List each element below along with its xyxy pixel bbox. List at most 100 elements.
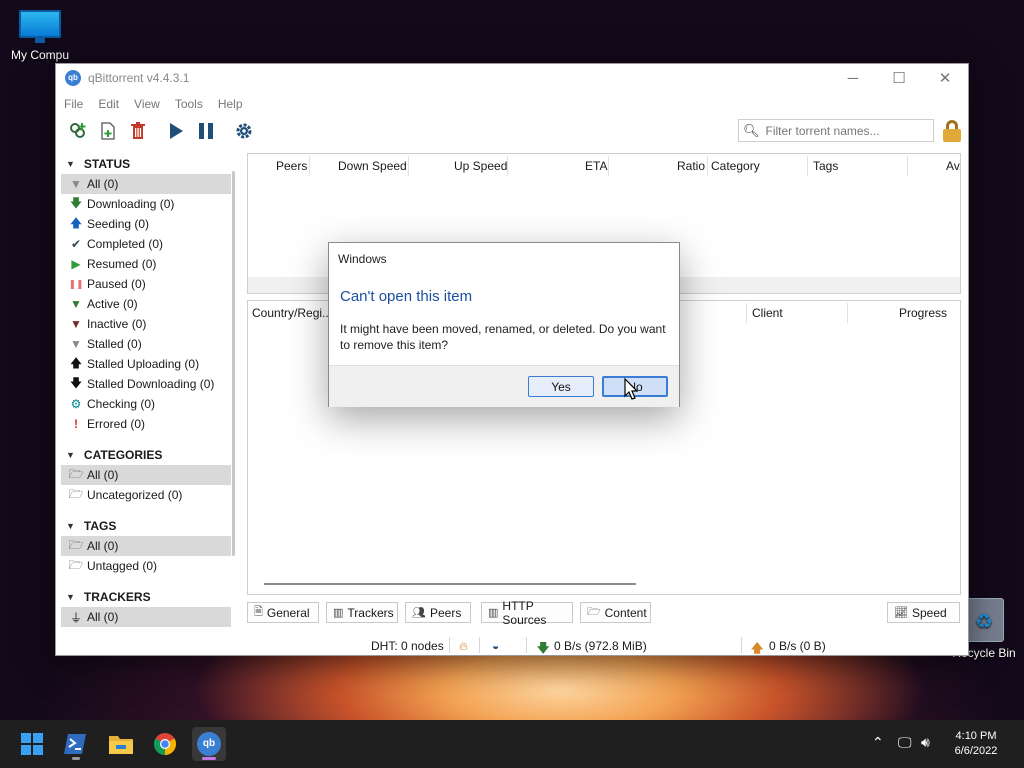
folder-icon: 🗁︎	[68, 466, 84, 481]
connection-status-icon[interactable]: 🔥︎	[459, 639, 468, 654]
column-header-peers[interactable]: Peers	[276, 159, 307, 173]
chrome-icon	[154, 733, 176, 755]
chevron-down-icon: ▼	[66, 592, 75, 602]
server-icon: ▥	[488, 607, 499, 619]
status-item-label: Stalled (0)	[87, 337, 142, 351]
tab-content[interactable]: 🗁︎ Content	[580, 602, 651, 623]
taskbar-chrome[interactable]	[148, 727, 182, 761]
tab-peers[interactable]: 👥︎ Peers	[405, 602, 471, 623]
tag-item-all[interactable]: 🗁︎ All (0)	[61, 536, 231, 556]
menu-help[interactable]: Help	[218, 97, 243, 111]
download-speed[interactable]: 0 B/s (972.8 MiB)	[554, 639, 647, 653]
horizontal-scrollbar-thumb[interactable]	[264, 583, 636, 585]
resume-button[interactable]	[161, 118, 191, 144]
status-item-inactive[interactable]: ▼ Inactive (0)	[61, 314, 231, 334]
delete-torrent-button[interactable]	[123, 118, 153, 144]
category-item-uncategorized[interactable]: 🗁︎ Uncategorized (0)	[61, 485, 231, 505]
clock[interactable]: 4:10 PM 6/6/2022	[944, 729, 1008, 759]
column-header-eta[interactable]: ETA	[585, 159, 607, 173]
tracker-item-all[interactable]: ⏚ All (0)	[61, 607, 231, 627]
dht-status: DHT: 0 nodes	[371, 639, 444, 653]
yes-button[interactable]: Yes	[528, 376, 594, 397]
speed-button[interactable]: 📈︎ Speed	[887, 602, 960, 623]
status-item-resumed[interactable]: ▶ Resumed (0)	[61, 254, 231, 274]
status-item-completed[interactable]: ✔ Completed (0)	[61, 234, 231, 254]
status-item-checking[interactable]: ⚙ Checking (0)	[61, 394, 231, 414]
taskbar-terminal[interactable]	[59, 727, 93, 761]
add-torrent-file-button[interactable]	[93, 118, 123, 144]
status-item-stalled-uploading[interactable]: 🡅 Stalled Uploading (0)	[61, 354, 231, 374]
categories-section-header[interactable]: ▼ CATEGORIES	[61, 445, 231, 465]
column-header-category[interactable]: Category	[711, 159, 760, 173]
volume-icon[interactable]: 🔊︎	[921, 734, 930, 751]
desktop-icon-my-computer[interactable]: My Compu	[0, 10, 80, 62]
play-icon	[170, 123, 183, 139]
search-input[interactable]	[765, 123, 926, 138]
qbittorrent-icon: qb	[197, 732, 221, 756]
pause-button[interactable]	[191, 118, 221, 144]
tab-trackers[interactable]: ▥ Trackers	[326, 602, 398, 623]
status-item-paused[interactable]: ❚❚ Paused (0)	[61, 274, 231, 294]
column-header-progress[interactable]: Progress	[899, 306, 947, 320]
tab-general[interactable]: 🗎︎ General	[247, 602, 319, 623]
tags-section-header[interactable]: ▼ TAGS	[61, 516, 231, 536]
status-item-downloading[interactable]: 🡇 Downloading (0)	[61, 194, 231, 214]
network-icon[interactable]: 🖵︎	[898, 734, 912, 751]
start-button[interactable]	[15, 727, 49, 761]
filter-icon: ▼	[70, 297, 82, 311]
status-item-label: Errored (0)	[87, 417, 146, 431]
tab-http-sources[interactable]: ▥ HTTP Sources	[481, 599, 573, 627]
download-arrow-icon: 🡇	[537, 641, 550, 655]
status-item-label: Inactive (0)	[87, 317, 147, 331]
folder-icon: 🗁︎	[587, 606, 601, 618]
column-header-ratio[interactable]: Ratio	[677, 159, 705, 173]
status-item-all[interactable]: ▼ All (0)	[61, 174, 231, 194]
trackers-section-header[interactable]: ▼ TRACKERS	[61, 587, 231, 607]
chevron-up-icon[interactable]: ⌃	[872, 734, 884, 751]
menu-edit[interactable]: Edit	[98, 97, 119, 111]
status-item-errored[interactable]: ! Errored (0)	[61, 414, 231, 434]
dialog-title: Windows	[338, 252, 387, 266]
folder-icon	[109, 736, 133, 754]
column-header-tags[interactable]: Tags	[813, 159, 838, 173]
upload-speed[interactable]: 0 B/s (0 B)	[769, 639, 826, 653]
chevron-down-icon: ▼	[66, 450, 75, 460]
qbittorrent-app-icon: qb	[65, 70, 81, 86]
close-button[interactable]: ✕	[922, 64, 968, 92]
taskbar-file-explorer[interactable]	[104, 727, 138, 761]
status-item-stalled-downloading[interactable]: 🡇 Stalled Downloading (0)	[61, 374, 231, 394]
status-item-active[interactable]: ▼ Active (0)	[61, 294, 231, 314]
recycle-bin-icon: ♻	[964, 598, 1004, 642]
column-header-up-speed[interactable]: Up Speed	[454, 159, 507, 173]
chevron-down-icon: ▼	[66, 159, 75, 169]
taskbar-qbittorrent[interactable]: qb	[192, 727, 226, 761]
status-bar: DHT: 0 nodes 🔥︎ ◒ 🡇 0 B/s (972.8 MiB) 🡅 …	[56, 634, 968, 656]
minimize-button[interactable]: ─	[830, 64, 876, 92]
title-bar[interactable]: qb qBittorrent v4.4.3.1 ─ ☐ ✕	[56, 64, 968, 92]
category-item-all[interactable]: 🗁︎ All (0)	[61, 465, 231, 485]
maximize-button[interactable]: ☐	[876, 64, 922, 92]
column-header-down-speed[interactable]: Down Speed	[338, 159, 407, 173]
search-box: 🔍︎	[738, 119, 934, 142]
exclamation-icon: !	[74, 417, 78, 431]
status-section-header[interactable]: ▼ STATUS	[61, 154, 231, 174]
status-item-seeding[interactable]: 🡅 Seeding (0)	[61, 214, 231, 234]
status-item-label: Checking (0)	[87, 397, 156, 411]
upload-arrow-icon: 🡅	[751, 641, 764, 655]
lock-icon[interactable]	[942, 120, 964, 142]
column-header-availability[interactable]: Av	[946, 159, 960, 173]
speed-limit-icon[interactable]: ◒	[492, 639, 499, 653]
menu-tools[interactable]: Tools	[175, 97, 203, 111]
sidebar-scrollbar[interactable]	[232, 171, 235, 556]
add-torrent-link-button[interactable]	[63, 118, 93, 144]
status-item-stalled[interactable]: ▼ Stalled (0)	[61, 334, 231, 354]
column-header-client[interactable]: Client	[752, 306, 783, 320]
menu-view[interactable]: View	[134, 97, 160, 111]
tag-item-untagged[interactable]: 🗁︎ Untagged (0)	[61, 556, 231, 576]
gear-icon	[236, 123, 252, 139]
column-header-country[interactable]: Country/Regi...	[252, 306, 332, 320]
arrow-down-icon: 🡇	[69, 195, 83, 210]
dialog-message: It might have been moved, renamed, or de…	[340, 322, 666, 352]
options-button[interactable]	[229, 118, 259, 144]
menu-file[interactable]: File	[64, 97, 83, 111]
